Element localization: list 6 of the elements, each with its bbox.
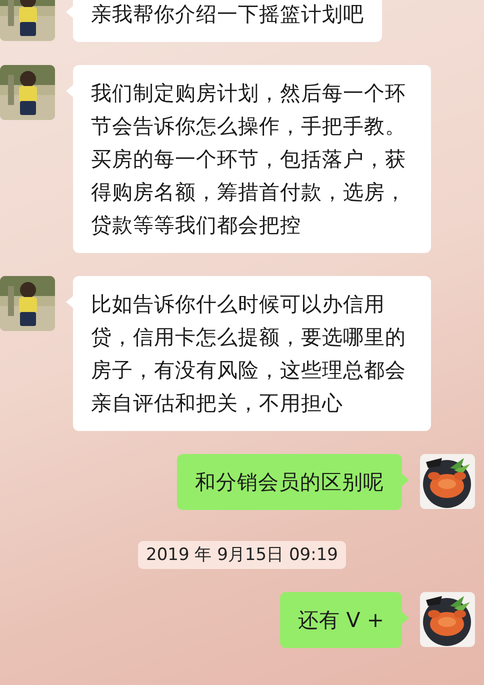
timestamp: 2019 年 9月15日 09:19	[138, 541, 346, 569]
message-bubble: 还有 V +	[280, 592, 402, 648]
message-bubble: 比如告诉你什么时候可以办信用贷，信用卡怎么提额，要选哪里的房子，有没有风险，这些理总都会亲自评估和把关，不用担心	[73, 276, 431, 431]
message-bubble: 我们制定购房计划，然后每一个环节会告诉你怎么操作，手把手教。买房的每一个环节，包括落户，获得购房名额，筹措首付款，选房，贷款等等我们都会把控	[73, 65, 431, 253]
message-bubble: 和分销会员的区别呢	[177, 454, 402, 510]
message-bubble: 亲我帮你介绍一下摇篮计划吧	[73, 0, 382, 42]
